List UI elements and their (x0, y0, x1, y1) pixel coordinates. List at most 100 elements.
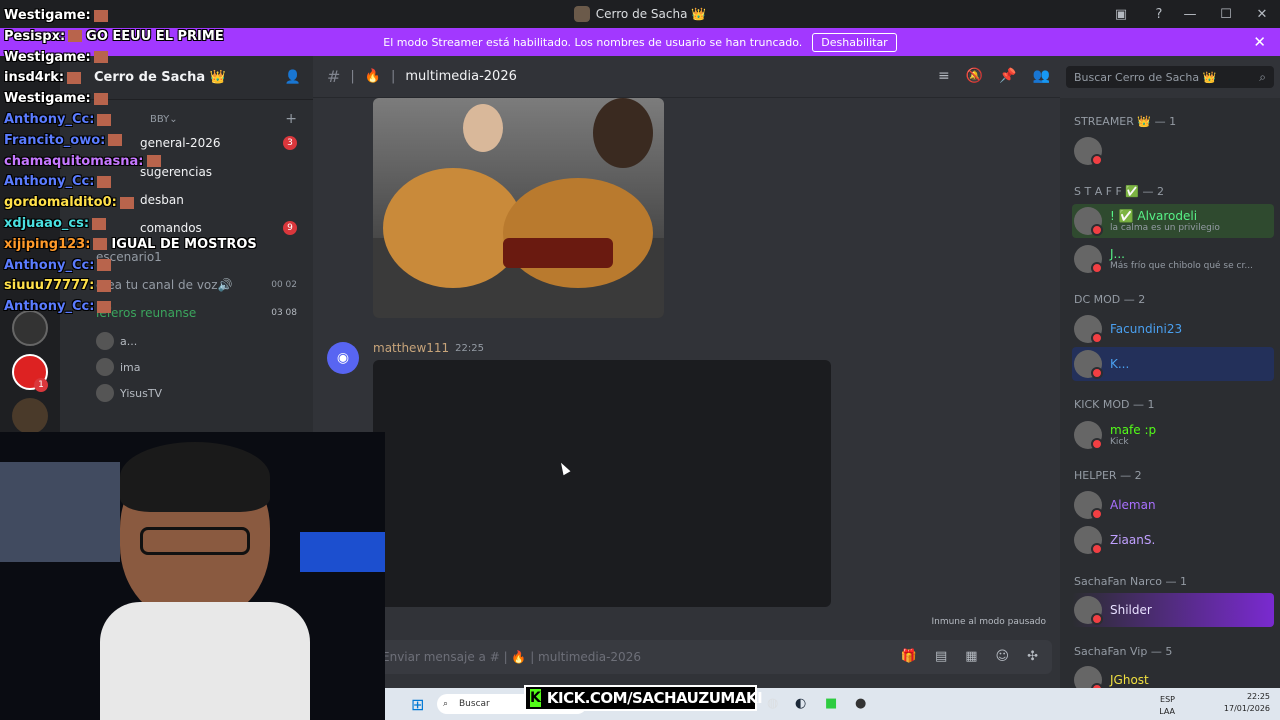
message-input[interactable]: Enviar mensaje a # | 🔥 | multimedia-2026 (382, 650, 641, 664)
message-area: ◉ matthew111 22:25 Inmune al modo pausad… (313, 98, 1060, 688)
message-composer[interactable]: Enviar mensaje a # | 🔥 | multimedia-2026… (370, 640, 1052, 674)
title-bar: Cerro de Sacha 👑 ▣ ? — ☐ ✕ (0, 0, 1280, 28)
chat-header: # | 🔥 | multimedia-2026 ≡ 🔕 📌 👥 (313, 56, 1060, 98)
guild-icon[interactable] (12, 398, 48, 434)
gif-icon[interactable]: ▤ (935, 649, 947, 664)
role-header: STREAMER 👑 — 1 (1074, 115, 1176, 128)
search-input[interactable]: Buscar Cerro de Sacha 👑 (1074, 71, 1216, 84)
member-name: Facundini23 (1110, 322, 1183, 336)
language-indicator[interactable]: ESP LAA (1159, 694, 1175, 718)
speaker-icon: 🔊 (217, 278, 233, 292)
member-item[interactable] (1072, 134, 1274, 168)
divider: | (350, 69, 355, 84)
pin-icon[interactable]: 📌 (999, 68, 1016, 84)
avatar[interactable]: ◉ (327, 342, 359, 374)
close-window-button[interactable]: ✕ (1244, 0, 1280, 28)
server-name: Cerro de Sacha 👑 (94, 70, 226, 85)
channel-comandos[interactable]: comandos 9 (140, 216, 301, 240)
role-header: SachaFan Narco — 1 (1074, 575, 1187, 588)
voice-count: 00 02 (271, 280, 297, 290)
mute-icon[interactable]: 🔕 (966, 68, 983, 84)
emoji-icon[interactable]: ☺ (996, 649, 1010, 664)
role-label: DC MOD — 2 (1074, 293, 1146, 306)
member-name: Shilder (1110, 603, 1152, 617)
clock-time[interactable]: 22:25 (1224, 691, 1270, 703)
member-item[interactable]: ZiaanS. (1072, 523, 1274, 557)
clock-date[interactable]: 17/01/2026 (1224, 703, 1270, 715)
member-item[interactable]: Aleman (1072, 488, 1274, 522)
start-icon[interactable]: ⊞ (411, 695, 424, 714)
role-label: HELPER — 2 (1074, 469, 1142, 482)
message-author[interactable]: matthew111 (373, 341, 449, 355)
shirt (100, 602, 310, 720)
close-banner-icon[interactable]: ✕ (1253, 33, 1266, 51)
channel-label: sugerencias (140, 165, 213, 179)
role-label: STREAMER 👑 — 1 (1074, 115, 1177, 128)
category-label: BBY (150, 113, 170, 125)
threads-icon[interactable]: ≡ (938, 68, 950, 84)
apps-icon[interactable]: ✣ (1027, 649, 1038, 664)
sauce-cups (503, 238, 613, 268)
member-name: Aleman (1110, 498, 1156, 512)
add-channel-icon[interactable]: + (285, 111, 297, 127)
member-item[interactable]: Shilder (1072, 593, 1274, 627)
voice-user[interactable]: ima (96, 356, 301, 378)
add-member-icon[interactable]: 👤 (285, 70, 301, 85)
avatar (1074, 421, 1103, 450)
sticker-icon[interactable]: ▦ (965, 649, 977, 664)
category-header[interactable]: BBY ⌄ (150, 107, 301, 131)
channel-voice-leferos[interactable]: leferos reunanse 03 08 (96, 301, 301, 325)
role-header: SachaFan Vip — 5 (1074, 645, 1172, 658)
member-item[interactable]: K... (1072, 347, 1274, 381)
steam-icon[interactable]: ◐ (795, 696, 806, 711)
avatar (96, 384, 114, 402)
channel-label: crea tu canal de voz (96, 278, 218, 292)
channel-label: desban (140, 193, 184, 207)
channel-label: comandos (140, 221, 202, 235)
channel-sugerencias[interactable]: sugerencias (140, 160, 301, 184)
inbox-icon[interactable]: ▣ (1112, 5, 1130, 23)
search-icon: ⌕ (443, 699, 449, 709)
guild-icon[interactable] (12, 310, 48, 346)
person-head (463, 104, 503, 152)
voice-user[interactable]: a... (96, 330, 301, 352)
member-name: K... (1110, 357, 1130, 371)
fried-chicken (503, 178, 653, 288)
ape-head (593, 98, 653, 168)
channel-desban[interactable]: desban (140, 188, 301, 212)
gift-icon[interactable]: 🎁 (901, 649, 917, 664)
channel-voice-create[interactable]: crea tu canal de voz 🔊 00 02 (96, 273, 301, 297)
members-icon[interactable]: 👥 (1033, 68, 1050, 84)
app-icon[interactable]: ■ (825, 696, 837, 711)
food-image[interactable] (373, 98, 664, 318)
channel-label: general-2026 (140, 136, 221, 150)
member-name: ZiaanS. (1110, 533, 1156, 547)
avatar (1074, 245, 1103, 274)
member-item[interactable]: mafe :p Kick (1072, 418, 1274, 452)
channel-escenario[interactable]: escenario1 (96, 245, 301, 269)
divider: | (390, 69, 396, 84)
member-item[interactable]: ! ✅ Alvarodeli la calma es un privilegio (1072, 204, 1274, 238)
obs-icon[interactable]: ● (855, 696, 866, 711)
search-icon[interactable]: ⌕ (1259, 70, 1266, 85)
video-embed[interactable] (373, 360, 831, 607)
avatar (1074, 137, 1103, 166)
window-title-wrap: Cerro de Sacha 👑 (573, 6, 706, 22)
maximize-button[interactable]: ☐ (1208, 0, 1244, 28)
voice-user[interactable]: YisusTV (96, 382, 301, 404)
taskbar-search-label: Buscar (459, 699, 490, 709)
member-item[interactable]: Facundini23 (1072, 312, 1274, 346)
search-box[interactable]: Buscar Cerro de Sacha 👑 ⌕ (1066, 66, 1274, 88)
avatar (1074, 315, 1103, 344)
minimize-button[interactable]: — (1172, 0, 1208, 28)
chrome-icon[interactable]: ◍ (767, 696, 778, 711)
server-header[interactable]: Cerro de Sacha 👑 👤 (60, 56, 313, 100)
kick-url: KICK.COM/SACHAUZUMAKI (546, 689, 763, 707)
system-tray: ESP LAA 22:25 17/01/2026 (1159, 691, 1270, 716)
disable-streamer-button[interactable]: Deshabilitar (812, 32, 897, 52)
help-icon[interactable]: ? (1150, 5, 1168, 23)
member-item[interactable]: J... Más frío que chibolo qué se cr... (1072, 242, 1274, 276)
role-label: KICK MOD — 1 (1074, 398, 1155, 411)
voice-count: 03 08 (271, 308, 297, 318)
channel-general[interactable]: general-2026 3 (140, 131, 301, 155)
